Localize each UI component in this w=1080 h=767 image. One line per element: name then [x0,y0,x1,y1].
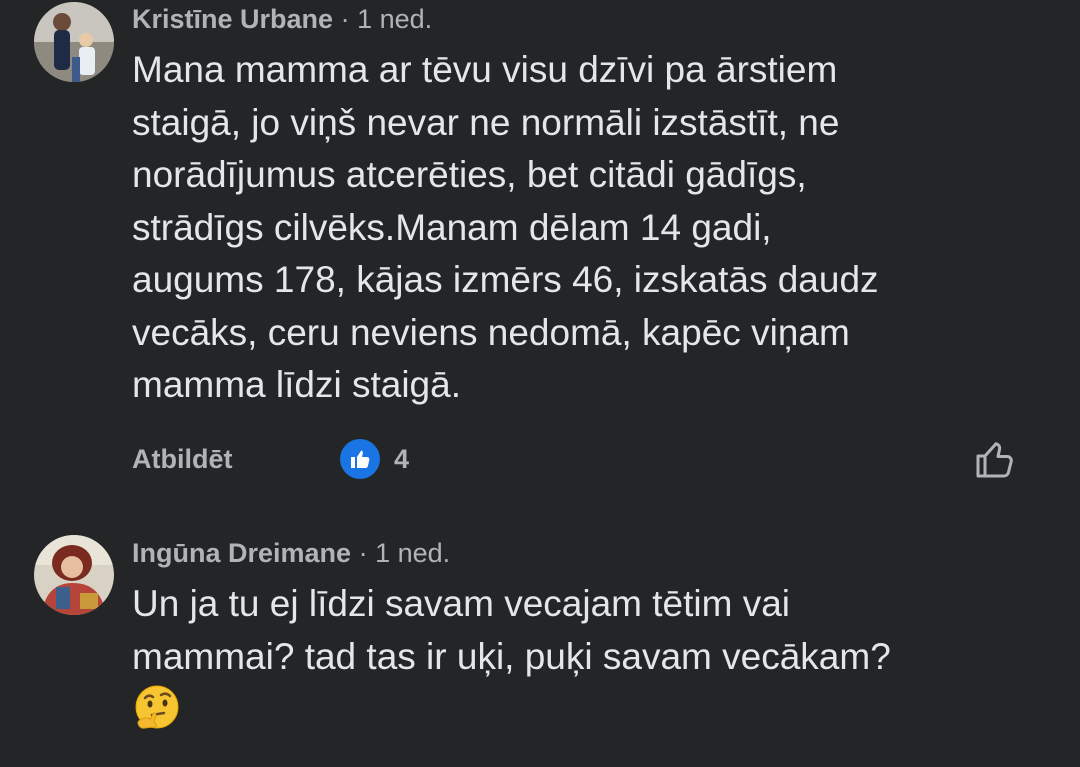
reaction-summary[interactable]: 4 [340,439,409,479]
avatar[interactable] [34,535,114,615]
like-icon [340,439,380,479]
comment-header: Ingūna Dreimane · 1 ned. [132,536,450,570]
comment-text: Un ja tu ej līdzi savam vecajam tētim va… [132,583,891,677]
author-name[interactable]: Ingūna Dreimane [132,538,351,568]
comment: Ingūna Dreimane · 1 ned. Un ja tu ej līd… [0,530,1080,767]
separator-dot: · [340,4,350,34]
comment-text: Mana mamma ar tēvu visu dzīvi pa ārstiem… [132,49,879,405]
thinking-face-emoji [132,684,182,734]
reaction-count: 4 [394,443,410,474]
avatar-photo [34,2,114,82]
thumbs-up-outline-icon [976,442,1013,478]
comments-thread: Kristīne Urbane · 1 ned. Mana mamma ar t… [0,0,1080,767]
comment-timestamp[interactable]: 1 ned. [357,4,432,34]
reply-button[interactable]: Atbildēt [132,442,233,476]
avatar-photo [34,535,114,615]
comment: Kristīne Urbane · 1 ned. Mana mamma ar t… [0,0,1080,500]
comment-header: Kristīne Urbane · 1 ned. [132,2,432,36]
avatar[interactable] [34,2,114,82]
comment-timestamp[interactable]: 1 ned. [375,538,450,568]
like-button[interactable] [973,437,1017,481]
author-name[interactable]: Kristīne Urbane [132,4,333,34]
separator-dot: · [358,538,368,568]
